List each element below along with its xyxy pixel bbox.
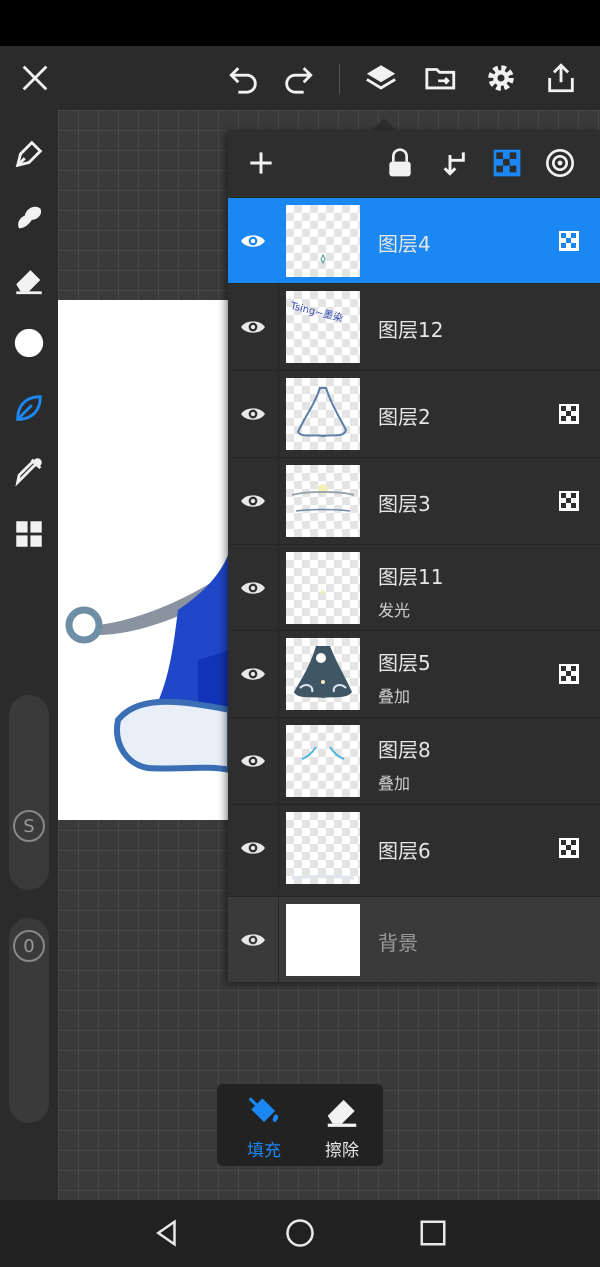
layer-name: 图层5 — [378, 651, 431, 675]
layer-row[interactable]: 图层11 发光 — [228, 544, 600, 631]
layer-row-background[interactable]: 背景 — [228, 896, 600, 983]
eye-icon — [241, 321, 265, 333]
eye-icon — [241, 755, 265, 767]
layer-name: 图层12 — [378, 318, 444, 342]
brush-opacity-slider[interactable]: 0 — [9, 918, 49, 1123]
erase-label: 擦除 — [325, 1141, 359, 1161]
eye-icon — [241, 934, 265, 946]
share-icon[interactable] — [539, 56, 583, 100]
alpha-lock-icon[interactable] — [486, 142, 528, 184]
toolbar-divider — [339, 64, 340, 94]
layer-thumbnail — [286, 725, 360, 797]
visibility-toggle[interactable] — [228, 284, 279, 370]
visibility-toggle[interactable] — [228, 718, 279, 804]
layer-thumbnail — [286, 904, 360, 976]
layer-name: 图层3 — [378, 492, 431, 516]
opacity-slider-knob[interactable]: 0 — [13, 930, 45, 962]
artwork — [65, 550, 230, 774]
grid-menu-icon[interactable] — [7, 512, 51, 556]
brush-size-slider[interactable]: S — [9, 695, 49, 890]
back-icon[interactable] — [147, 1215, 187, 1251]
layer-name: 图层8 — [378, 738, 431, 762]
blend-target-icon[interactable] — [539, 142, 581, 184]
layers-icon[interactable] — [359, 56, 403, 100]
thumbnail-signature: Tsing~墨染 — [288, 299, 344, 325]
layer-thumbnail — [286, 812, 360, 884]
smudge-icon[interactable] — [7, 195, 51, 239]
visibility-toggle[interactable] — [228, 631, 279, 717]
erase-button[interactable]: 擦除 — [305, 1092, 379, 1161]
layer-thumbnail: Tsing~墨染 — [286, 291, 360, 363]
layer-row[interactable]: 图层6 — [228, 804, 600, 891]
eraser-icon[interactable] — [7, 258, 51, 302]
alpha-lock-badge-icon — [559, 491, 579, 511]
layer-row[interactable]: 图层2 — [228, 370, 600, 457]
layer-thumbnail — [286, 465, 360, 537]
undo-icon[interactable] — [222, 56, 266, 100]
layer-thumbnail — [286, 205, 360, 277]
paint-bucket-icon — [248, 1097, 279, 1123]
layer-name: 图层4 — [378, 232, 431, 256]
fill-erase-bar: 填充 擦除 — [217, 1084, 383, 1166]
leaf-brush-icon[interactable] — [7, 386, 51, 430]
top-toolbar — [0, 46, 600, 110]
blend-mode-label: 叠加 — [378, 774, 411, 793]
blend-mode-label: 叠加 — [378, 687, 411, 706]
layer-name: 图层6 — [378, 839, 431, 863]
panel-caret — [372, 118, 396, 130]
layer-thumbnail — [286, 378, 360, 450]
clip-down-icon[interactable] — [433, 142, 475, 184]
layer-thumbnail — [286, 638, 360, 710]
add-layer-icon[interactable] — [240, 142, 282, 184]
layer-panel: 图层4 Tsing~墨染 图层12 图层2 图层3 图层11 发光 图层5 叠加… — [228, 130, 600, 983]
close-icon[interactable] — [13, 56, 57, 100]
visibility-toggle[interactable] — [228, 805, 279, 891]
layer-name: 图层2 — [378, 405, 431, 429]
eyedropper-icon[interactable] — [7, 449, 51, 493]
layer-row[interactable]: 图层8 叠加 — [228, 717, 600, 804]
eye-icon — [241, 582, 265, 594]
layer-thumbnail — [286, 552, 360, 624]
eraser-icon — [327, 1099, 357, 1127]
layer-row[interactable]: 图层3 — [228, 457, 600, 544]
layer-row[interactable]: Tsing~墨染 图层12 — [228, 283, 600, 370]
artboard[interactable] — [58, 300, 230, 820]
alpha-lock-badge-icon — [559, 838, 579, 858]
layer-name: 背景 — [378, 931, 418, 955]
folder-transfer-icon[interactable] — [419, 56, 463, 100]
pen-icon[interactable] — [7, 132, 51, 176]
visibility-toggle[interactable] — [228, 897, 279, 983]
color-swatch[interactable] — [7, 321, 51, 365]
alpha-lock-badge-icon — [559, 404, 579, 424]
alpha-lock-badge-icon — [559, 231, 579, 251]
visibility-toggle[interactable] — [228, 371, 279, 457]
redo-icon[interactable] — [276, 56, 320, 100]
system-nav-bar — [0, 1200, 600, 1267]
lock-icon[interactable] — [379, 142, 421, 184]
gear-icon[interactable] — [479, 56, 523, 100]
alpha-lock-badge-icon — [559, 664, 579, 684]
eye-icon — [241, 235, 265, 247]
fill-button[interactable]: 填充 — [227, 1092, 301, 1161]
visibility-toggle[interactable] — [228, 545, 279, 631]
status-bar — [0, 0, 600, 46]
home-icon[interactable] — [280, 1215, 320, 1251]
fill-label: 填充 — [247, 1141, 281, 1161]
recents-icon[interactable] — [413, 1215, 453, 1251]
left-toolbar: S 0 — [0, 110, 58, 1200]
visibility-toggle[interactable] — [228, 458, 279, 544]
size-slider-knob[interactable]: S — [13, 810, 45, 842]
layer-panel-header — [228, 130, 600, 196]
eye-icon — [241, 408, 265, 420]
eye-icon — [241, 668, 265, 680]
eye-icon — [241, 495, 265, 507]
visibility-toggle[interactable] — [228, 198, 279, 284]
layer-row[interactable]: 图层4 — [228, 197, 600, 284]
blend-mode-label: 发光 — [378, 601, 411, 620]
layer-row[interactable]: 图层5 叠加 — [228, 630, 600, 717]
eye-icon — [241, 842, 265, 854]
layer-name: 图层11 — [378, 565, 444, 589]
